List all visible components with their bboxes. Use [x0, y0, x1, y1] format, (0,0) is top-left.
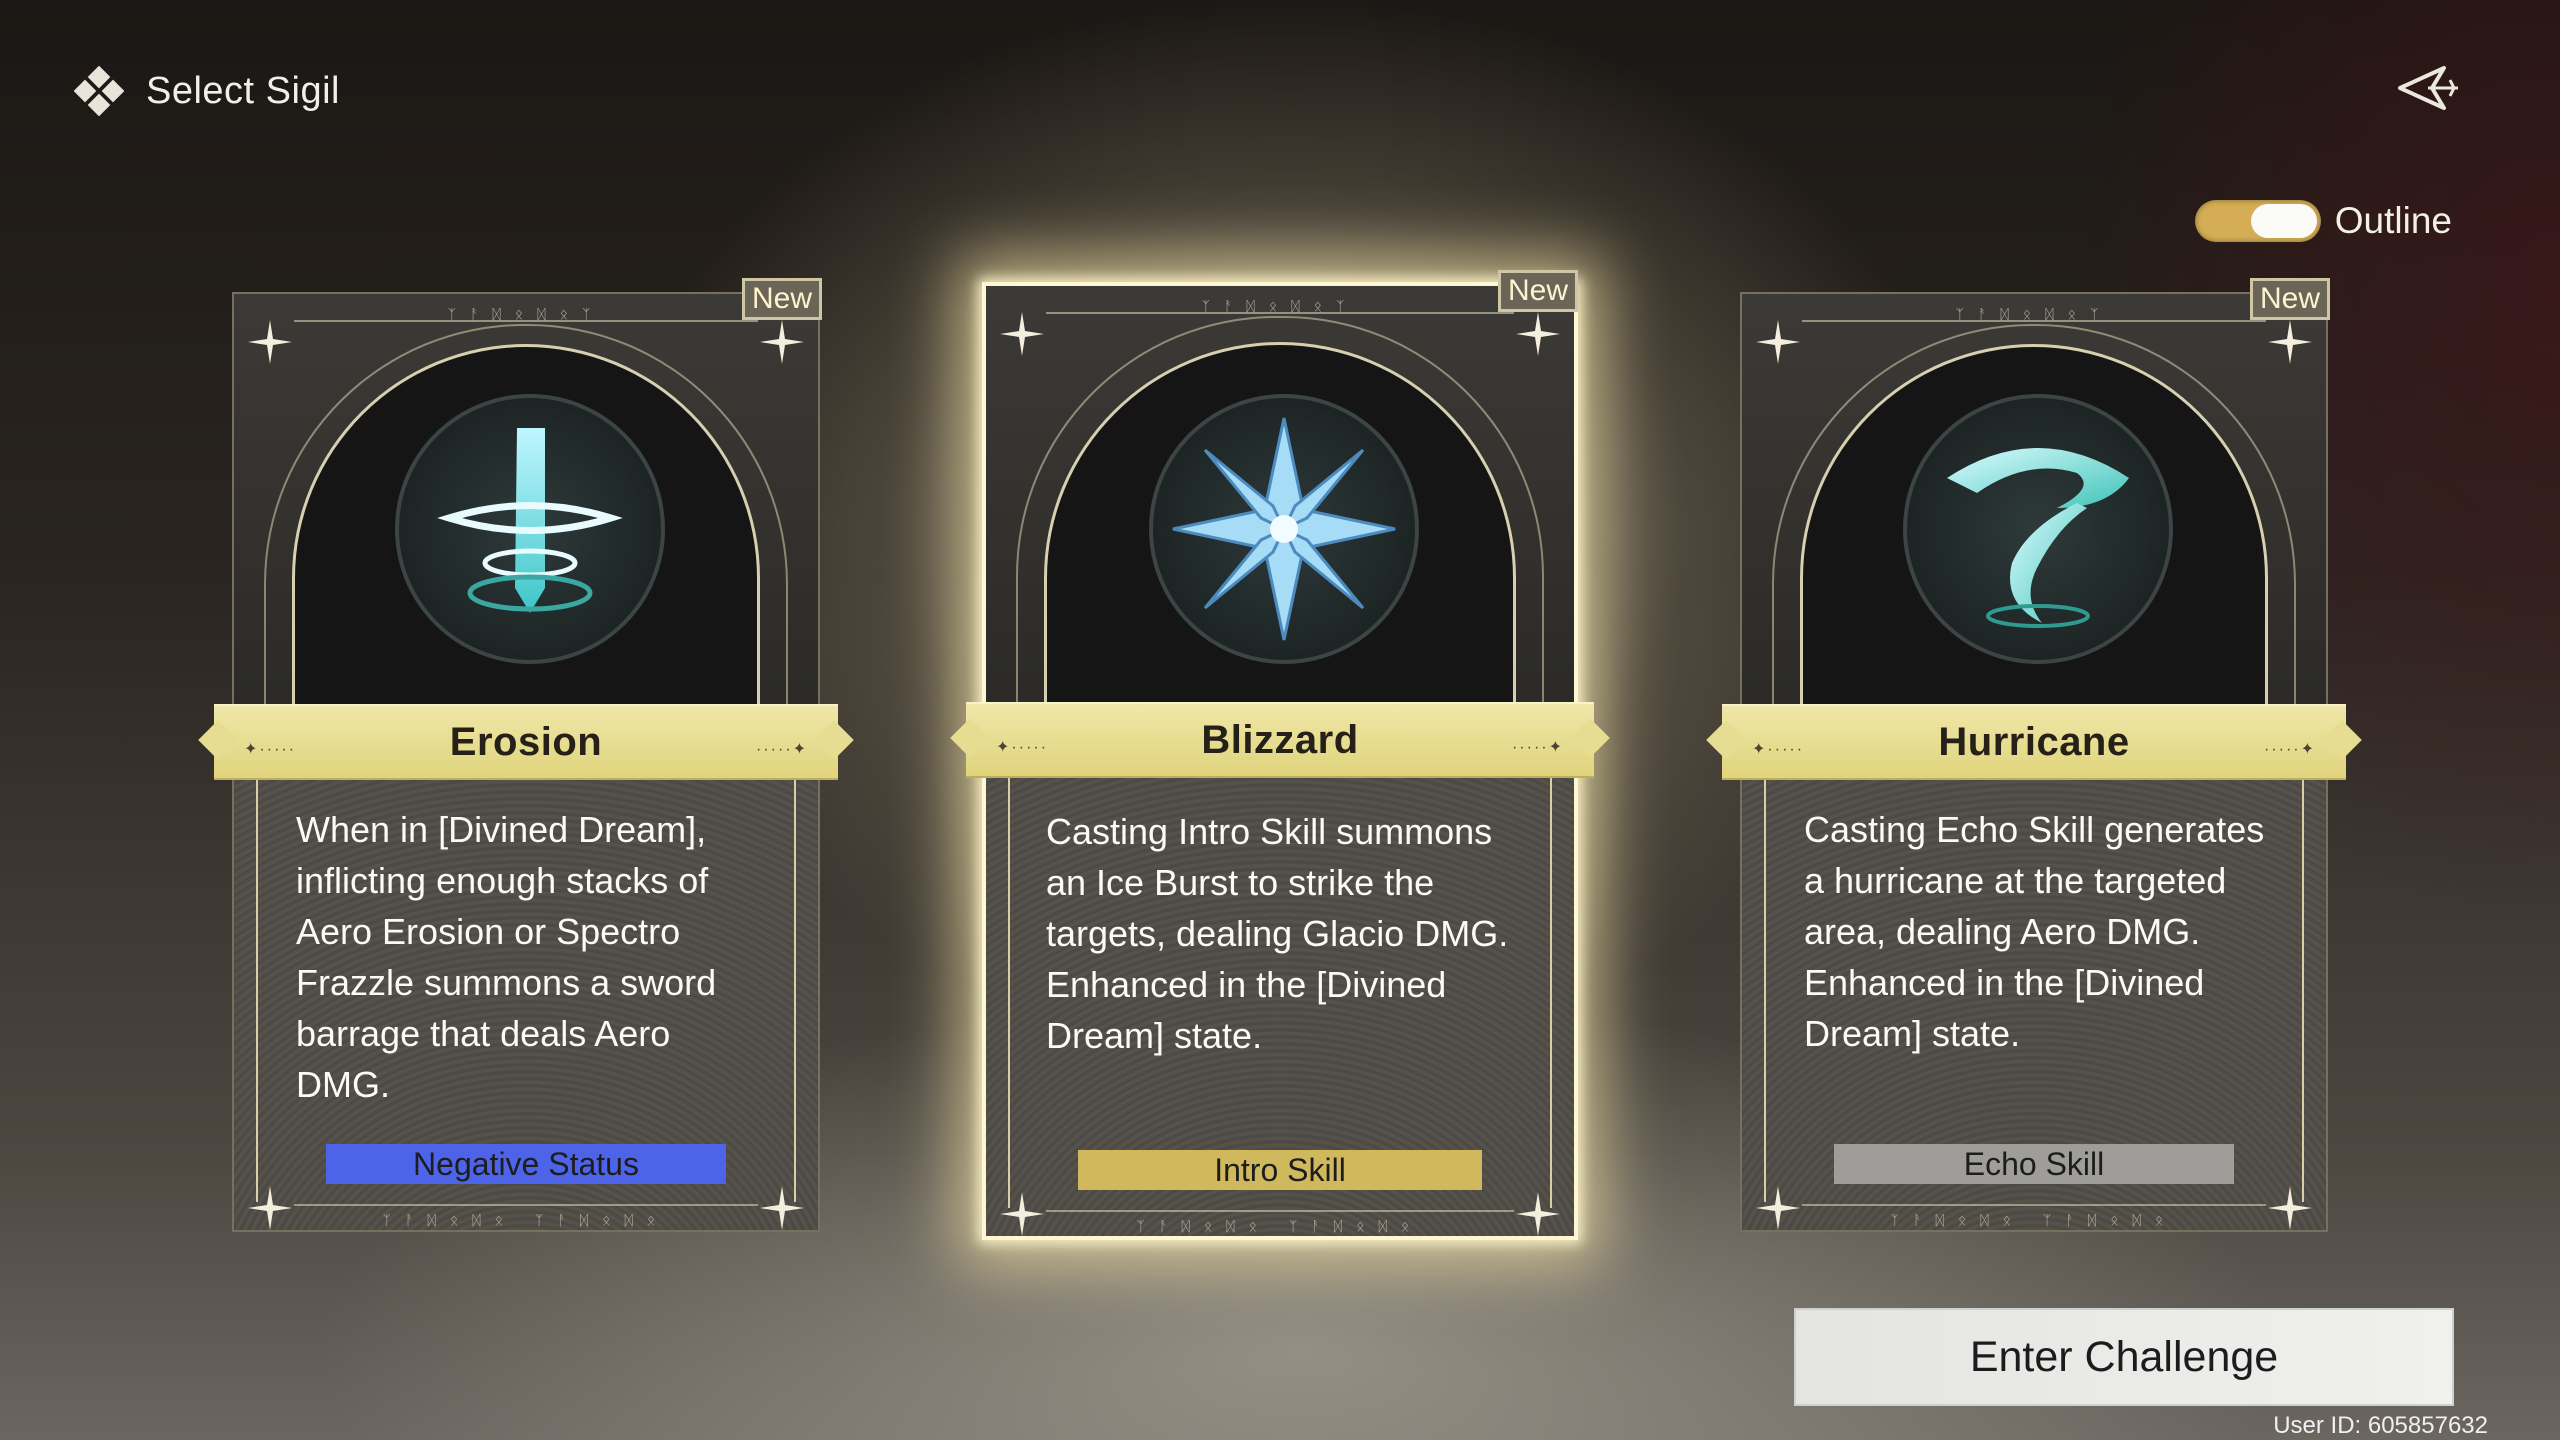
emblem-circle — [395, 394, 665, 664]
emblem-circle — [1149, 394, 1419, 664]
sigil-name: Erosion — [449, 719, 603, 764]
sigil-card-blizzard[interactable]: ᛉᚨᛞᛟᛞᛟᛉ ᛉᚨᛞᛟᛞᛟ ᛉᚨᛞᛟᛞᛟ ✦····· ·····✦ Bliz… — [950, 270, 1610, 1240]
sigil-name: Blizzard — [1201, 717, 1359, 762]
sword-thorns-icon — [437, 428, 623, 613]
banner-tip-left — [1706, 720, 1746, 760]
sparkle-icon — [1000, 1192, 1044, 1236]
emblem-circle — [1903, 394, 2173, 664]
sigil-card-erosion[interactable]: ᛉᚨᛞᛟᛞᛟᛉ ᛉᚨᛞᛟᛞᛟ ᛉᚨᛞᛟᛞᛟ ✦····· ·····✦ Eros… — [198, 278, 854, 1232]
sigil-tag: Echo Skill — [1834, 1144, 2234, 1184]
snowflake-icon — [1172, 417, 1396, 641]
sparkle-icon — [760, 320, 804, 364]
back-arrow-icon — [2398, 66, 2458, 110]
page-header: Select Sigil — [74, 66, 340, 116]
toggle-knob — [2250, 204, 2317, 238]
sparkle-icon — [2268, 320, 2312, 364]
sparkle-icon — [1516, 1192, 1560, 1236]
card-runes-bottom: ᛉᚨᛞᛟᛞᛟ ᛉᚨᛞᛟᛞᛟ — [1890, 1212, 2178, 1228]
banner-ornament-left: ✦····· — [244, 741, 297, 758]
banner-tip-right — [2322, 720, 2362, 760]
card-bottom-line — [1046, 1210, 1514, 1212]
banner-ornament-left: ✦····· — [996, 739, 1049, 756]
outline-toggle[interactable] — [2194, 200, 2321, 242]
page-title: Select Sigil — [146, 69, 340, 112]
sigil-description: When in [Divined Dream], inflicting enou… — [296, 809, 717, 1105]
card-name-banner: ✦····· ·····✦ Blizzard — [950, 702, 1610, 778]
sigil-description: Casting Echo Skill generates a hurricane… — [1804, 809, 2265, 1054]
new-badge: New — [1498, 270, 1578, 312]
card-name-banner: ✦····· ·····✦ Hurricane — [1706, 704, 2362, 780]
card-runes-top: ᛉᚨᛞᛟᛞᛟᛉ — [1955, 306, 2113, 322]
banner-ornament-left: ✦····· — [1752, 741, 1805, 758]
back-button[interactable] — [2392, 62, 2464, 114]
sparkle-icon — [248, 1186, 292, 1230]
outline-toggle-label: Outline — [2334, 200, 2452, 241]
card-bottom-line — [1802, 1204, 2266, 1206]
sparkle-icon — [1756, 1186, 1800, 1230]
outline-toggle-group: Outline — [2194, 200, 2452, 242]
sigil-description: Casting Intro Skill summons an Ice Burst… — [1046, 811, 1509, 1056]
sigil-card-hurricane[interactable]: ᛉᚨᛞᛟᛞᛟᛉ ᛉᚨᛞᛟᛞᛟ ᛉᚨᛞᛟᛞᛟ ✦····· ·····✦ Hurr… — [1706, 278, 2362, 1232]
new-badge: New — [742, 278, 822, 320]
sigil-name: Hurricane — [1938, 719, 2130, 764]
diamond-cluster-icon — [74, 66, 124, 116]
card-bottom-line — [294, 1204, 758, 1206]
banner-tip-left — [198, 720, 238, 760]
sparkle-icon — [1000, 312, 1044, 356]
card-runes-bottom: ᛉᚨᛞᛟᛞᛟ ᛉᚨᛞᛟᛞᛟ — [382, 1212, 670, 1228]
banner-ornament-right: ·····✦ — [2263, 741, 2316, 758]
sparkle-icon — [1516, 312, 1560, 356]
enter-challenge-button[interactable]: Enter Challenge — [1794, 1308, 2454, 1406]
card-name-banner: ✦····· ·····✦ Erosion — [198, 704, 854, 780]
sparkle-icon — [248, 320, 292, 364]
card-runes-top: ᛉᚨᛞᛟᛞᛟᛉ — [447, 306, 605, 322]
banner-ornament-right: ·····✦ — [755, 741, 808, 758]
sigil-tag: Negative Status — [326, 1144, 726, 1184]
card-runes-bottom: ᛉᚨᛞᛟᛞᛟ ᛉᚨᛞᛟᛞᛟ — [1136, 1218, 1424, 1234]
sparkle-icon — [2268, 1186, 2312, 1230]
banner-tip-right — [814, 720, 854, 760]
sparkle-icon — [760, 1186, 804, 1230]
sparkle-icon — [1756, 320, 1800, 364]
card-runes-top: ᛉᚨᛞᛟᛞᛟᛉ — [1201, 298, 1359, 314]
user-id: User ID: 605857632 — [2273, 1412, 2488, 1439]
tornado-icon — [1947, 448, 2129, 628]
sigil-tag: Intro Skill — [1078, 1150, 1482, 1190]
banner-ornament-right: ·····✦ — [1511, 739, 1564, 756]
new-badge: New — [2250, 278, 2330, 320]
